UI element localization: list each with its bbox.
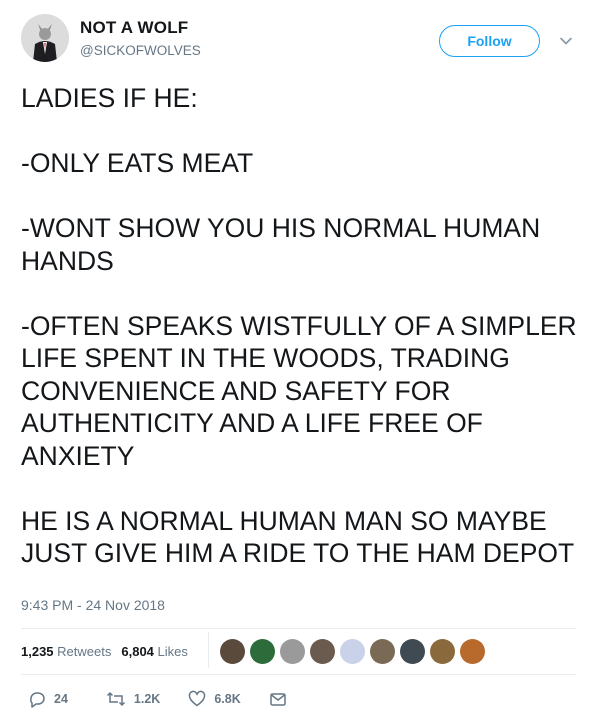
- avatar[interactable]: [21, 14, 69, 62]
- liker-avatar[interactable]: [340, 638, 365, 664]
- envelope-icon: [269, 693, 286, 706]
- likes-count: 6,804: [121, 643, 154, 659]
- retweets-label: Retweets: [57, 643, 112, 659]
- liker-avatar[interactable]: [370, 638, 395, 664]
- action-bar: 24 1.2K 6.8K: [28, 688, 323, 710]
- tweet-paragraph: -WONT SHOW YOU HIS NORMAL HUMAN HANDS: [21, 213, 541, 276]
- retweet-icon: [106, 691, 125, 707]
- liker-avatar[interactable]: [220, 638, 245, 664]
- liker-avatar[interactable]: [400, 638, 425, 664]
- retweet-button[interactable]: 1.2K: [106, 690, 160, 708]
- retweet-count: 1.2K: [133, 692, 161, 706]
- tweet-card: NOT A WOLF @SICKOFWOLVES Follow LADIES I…: [0, 0, 600, 726]
- heart-icon: [189, 690, 206, 707]
- display-name[interactable]: NOT A WOLF: [80, 18, 188, 38]
- divider: [21, 674, 576, 675]
- liker-avatar[interactable]: [280, 638, 305, 664]
- timestamp[interactable]: 9:43 PM - 24 Nov 2018: [21, 597, 165, 613]
- likes-label: Likes: [157, 643, 188, 659]
- tweet-text: LADIES IF HE: -ONLY EATS MEAT -WONT SHOW…: [21, 82, 581, 570]
- liker-avatar[interactable]: [310, 638, 335, 664]
- tweet-paragraph: -ONLY EATS MEAT: [21, 148, 254, 178]
- reply-count: 24: [54, 692, 68, 706]
- liker-avatar[interactable]: [460, 638, 485, 664]
- follow-button[interactable]: Follow: [439, 25, 540, 57]
- likes-stat[interactable]: 6,804 Likes: [121, 644, 188, 659]
- tweet-paragraph: -OFTEN SPEAKS WISTFULLY OF A SIMPLER LIF…: [21, 310, 577, 471]
- chevron-down-icon[interactable]: [558, 33, 574, 49]
- reply-icon: [30, 692, 45, 708]
- like-count: 6.8K: [214, 692, 241, 706]
- liker-avatar[interactable]: [250, 638, 275, 664]
- retweets-stat[interactable]: 1,235 Retweets: [21, 644, 111, 659]
- screen-name[interactable]: @SICKOFWOLVES: [80, 43, 201, 58]
- reply-button[interactable]: 24: [28, 690, 68, 708]
- tweet-paragraph: LADIES IF HE:: [21, 83, 198, 113]
- liker-avatars: [220, 636, 490, 666]
- like-button[interactable]: 6.8K: [188, 690, 241, 708]
- tweet-stats: 1,235 Retweets 6,804 Likes: [21, 640, 198, 662]
- divider: [21, 628, 576, 629]
- liker-avatar[interactable]: [430, 638, 455, 664]
- tweet-paragraph: HE IS A NORMAL HUMAN MAN SO MAYBE JUST G…: [21, 505, 575, 569]
- direct-message-button[interactable]: [269, 690, 295, 708]
- divider: [208, 632, 209, 668]
- retweets-count: 1,235: [21, 643, 54, 659]
